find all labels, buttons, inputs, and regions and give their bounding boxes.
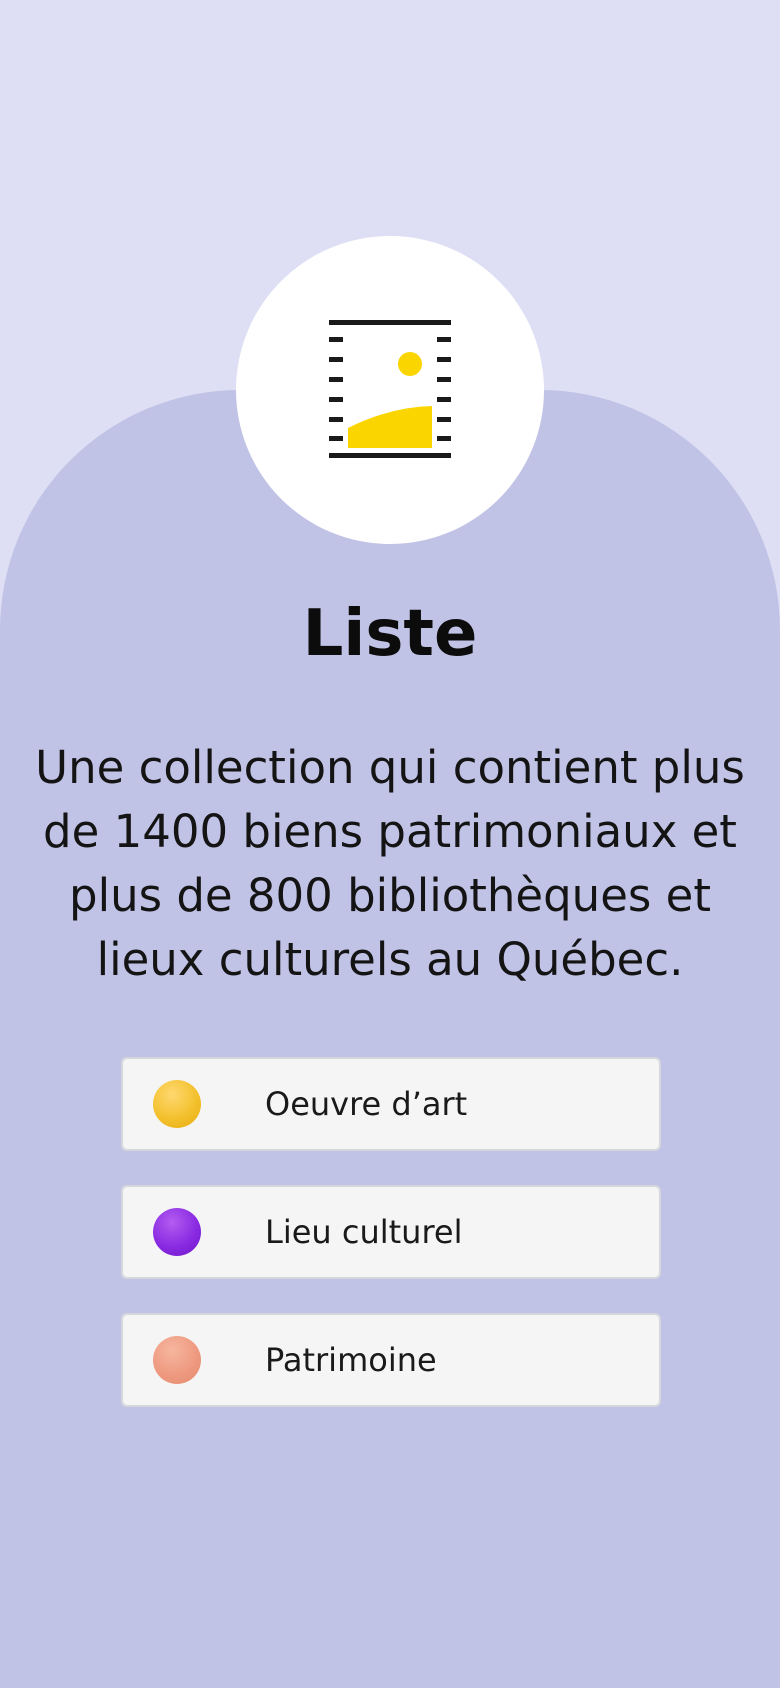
category-label: Patrimoine — [265, 1341, 437, 1379]
icon-badge — [236, 236, 544, 544]
panel-background — [0, 390, 780, 1688]
category-label: Oeuvre d’art — [265, 1085, 468, 1123]
category-label: Lieu culturel — [265, 1213, 463, 1251]
purple-dot-icon — [153, 1208, 201, 1256]
category-patrimoine[interactable]: Patrimoine — [121, 1313, 661, 1407]
onboarding-screen: Liste Une collection qui contient plus d… — [0, 0, 780, 1688]
category-oeuvre-dart[interactable]: Oeuvre d’art — [121, 1057, 661, 1151]
page-title: Liste — [302, 597, 478, 671]
category-lieu-culturel[interactable]: Lieu culturel — [121, 1185, 661, 1279]
collection-description: Une collection qui contient plus de 1400… — [35, 741, 745, 986]
salmon-dot-icon — [153, 1336, 201, 1384]
category-list: Oeuvre d’art Lieu culturel Patrimoine — [121, 1057, 661, 1441]
yellow-dot-icon — [153, 1080, 201, 1128]
collection-list-icon — [329, 320, 451, 458]
